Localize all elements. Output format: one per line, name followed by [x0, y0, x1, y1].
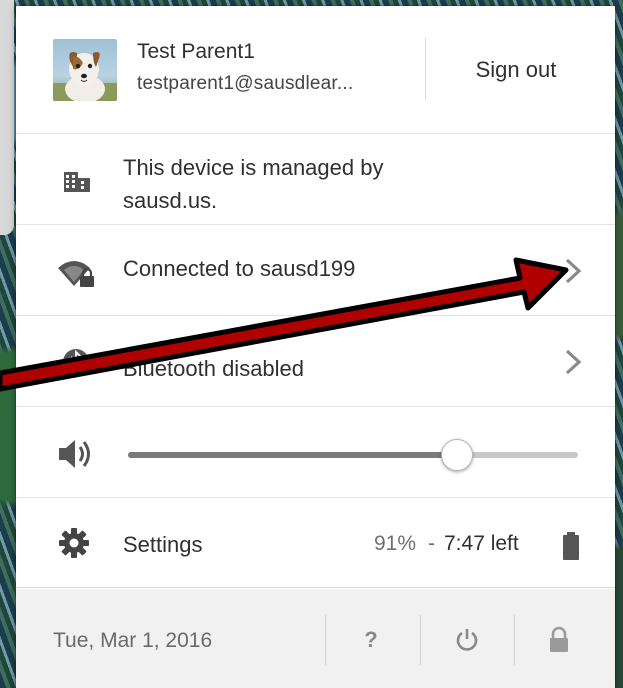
- gear-icon: [58, 527, 90, 559]
- bluetooth-status: Bluetooth disabled: [123, 356, 305, 381]
- help-button[interactable]: ?: [336, 613, 406, 667]
- sign-out-button[interactable]: Sign out: [436, 44, 596, 96]
- network-row[interactable]: Connected to sausd199: [16, 226, 615, 316]
- help-icon: ?: [364, 627, 378, 652]
- volume-slider-thumb[interactable]: [440, 439, 473, 471]
- avatar: [53, 39, 117, 101]
- divider: [514, 615, 515, 665]
- lock-icon: [550, 626, 568, 652]
- divider: [325, 615, 326, 665]
- managed-notice: This device is managed by sausd.us.: [123, 155, 384, 213]
- chevron-right-icon: [561, 256, 585, 286]
- enterprise-managed-row: This device is managed by sausd.us.: [16, 135, 615, 225]
- volume-row: [16, 408, 615, 498]
- settings-row: Settings 91% - 7:47 left: [16, 499, 615, 588]
- battery-percent: 91%: [374, 532, 417, 555]
- network-status: Connected to sausd199: [123, 256, 356, 281]
- user-email: testparent1@sausdlear...: [137, 73, 354, 94]
- building-icon: [60, 165, 94, 195]
- lock-button[interactable]: [524, 613, 594, 667]
- battery-time-remaining: 7:47 left: [444, 532, 519, 555]
- power-button[interactable]: [432, 613, 502, 667]
- battery-separator: -: [428, 532, 435, 555]
- bluetooth-row[interactable]: Bluetooth disabled: [16, 317, 615, 407]
- user-name: Test Parent1: [137, 40, 255, 63]
- chevron-right-icon: [561, 347, 585, 377]
- wifi-lock-icon: [56, 256, 96, 288]
- divider: [420, 615, 421, 665]
- volume-slider-fill: [128, 452, 457, 458]
- system-tray-menu: Test Parent1 testparent1@sausdlear... Si…: [16, 6, 615, 688]
- settings-button[interactable]: Settings: [46, 499, 246, 587]
- user-account-row: Test Parent1 testparent1@sausdlear... Si…: [16, 6, 615, 134]
- bluetooth-disabled-icon: [60, 345, 92, 379]
- volume-slider[interactable]: [128, 439, 578, 471]
- settings-label: Settings: [123, 532, 203, 557]
- speaker-icon[interactable]: [56, 436, 96, 472]
- background-window-edge: [0, 0, 14, 235]
- divider: [425, 38, 426, 100]
- power-icon: [456, 629, 478, 651]
- date-label: Tue, Mar 1, 2016: [53, 629, 213, 652]
- tray-footer: Tue, Mar 1, 2016 ?: [16, 589, 615, 688]
- battery-icon: [561, 531, 581, 561]
